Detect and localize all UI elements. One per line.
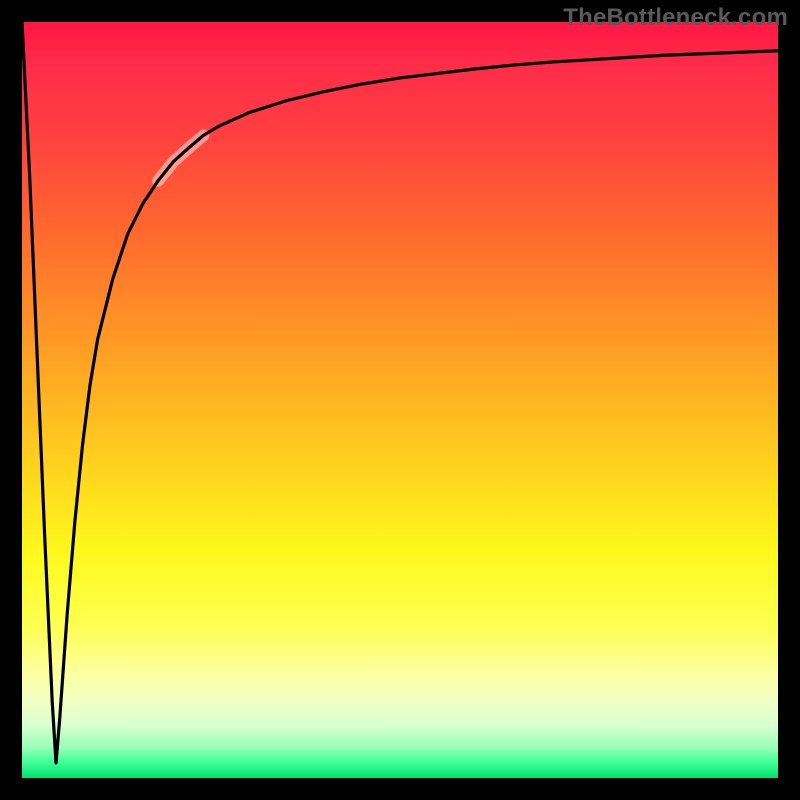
plot-area (22, 22, 778, 778)
watermark-label: TheBottleneck.com (563, 4, 788, 32)
chart-frame: TheBottleneck.com (0, 0, 800, 800)
curve-layer (22, 22, 778, 778)
bottleneck-curve (22, 22, 778, 763)
